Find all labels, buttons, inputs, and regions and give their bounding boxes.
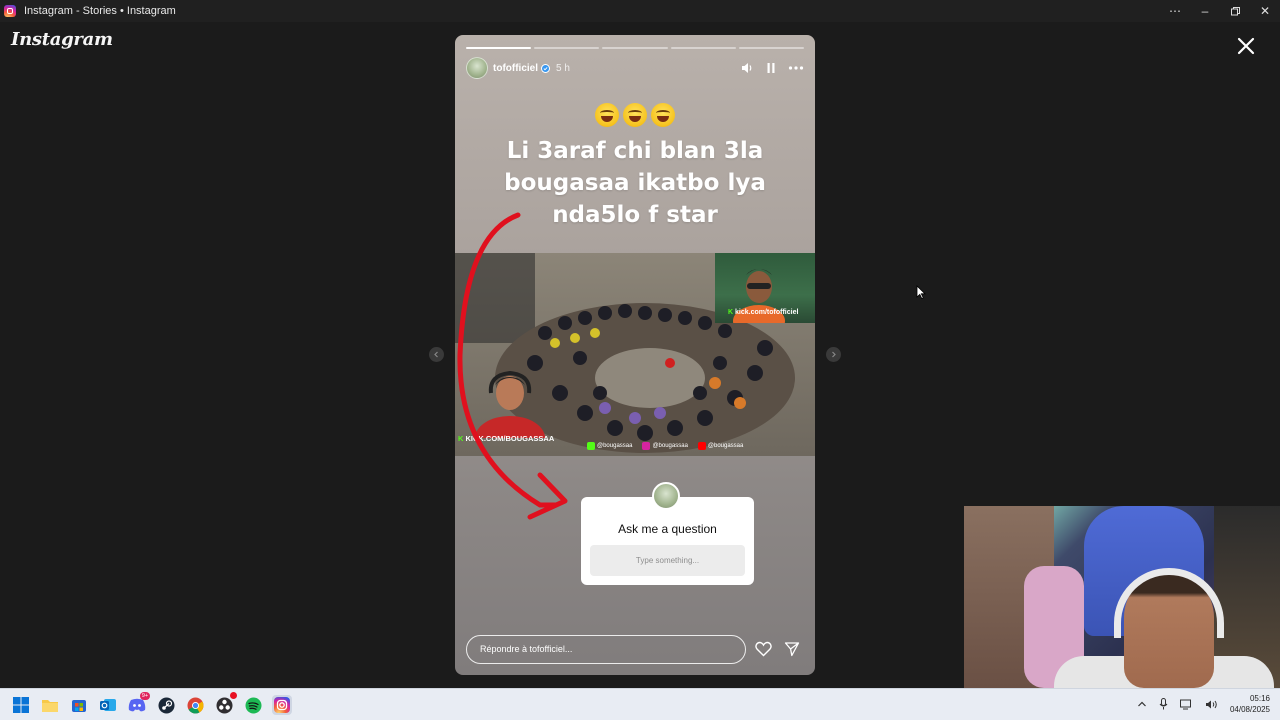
kick-channel-text: kick.com/tofofficiel — [735, 309, 799, 316]
social-handle-text: @bougassaa — [597, 443, 633, 449]
spotify-icon[interactable] — [243, 695, 263, 715]
instagram-window: Instagram - Stories • Instagram ⋯ – ✕ In… — [0, 0, 1280, 688]
mouse-cursor-icon — [916, 285, 926, 299]
progress-segment — [738, 47, 805, 49]
clock-date: 04/08/2025 — [1229, 705, 1270, 714]
question-sticker-title: Ask me a question — [618, 522, 717, 536]
chevron-up-icon[interactable] — [1137, 700, 1147, 708]
story-controls — [741, 57, 804, 79]
window-controls: ⋯ – ✕ — [1160, 0, 1280, 22]
caption-line: bougasaa ikatbo lya — [504, 170, 766, 196]
send-icon[interactable] — [784, 641, 800, 657]
laughing-emoji-icon — [595, 103, 619, 127]
pause-icon[interactable] — [766, 62, 776, 74]
heart-icon[interactable] — [755, 641, 772, 657]
story-viewer[interactable]: tofofficiel 5 h Li 3araf chi blan 3la bo… — [455, 35, 815, 675]
laughing-emoji-icon — [651, 103, 675, 127]
story-header: tofofficiel 5 h — [466, 57, 804, 79]
close-story-icon[interactable] — [1236, 36, 1256, 56]
previous-story-button[interactable] — [429, 347, 444, 362]
volume-tray-icon[interactable] — [1205, 699, 1218, 710]
windows-start-icon[interactable] — [11, 695, 31, 715]
restore-button[interactable] — [1220, 0, 1250, 22]
chrome-icon[interactable] — [185, 695, 205, 715]
instagram-app-icon — [4, 5, 16, 17]
taskbar-clock[interactable]: 05:16 04/08/2025 — [1230, 693, 1270, 715]
instagram-handle: @bougassaa — [642, 442, 688, 450]
microsoft-store-icon[interactable] — [69, 695, 89, 715]
outlook-icon[interactable] — [98, 695, 118, 715]
verified-badge-icon — [541, 63, 550, 73]
streamer-facecam — [964, 506, 1280, 688]
laughing-emoji-icon — [623, 103, 647, 127]
more-options-icon[interactable]: ⋯ — [1160, 0, 1190, 22]
clock-time: 05:16 — [1249, 694, 1270, 703]
reply-input[interactable]: Répondre à tofofficiel... — [466, 635, 746, 664]
question-input[interactable]: Type something... — [590, 545, 745, 576]
discord-notification-badge: 9+ — [140, 692, 150, 700]
more-options-icon[interactable] — [788, 62, 804, 74]
steam-icon[interactable] — [156, 695, 176, 715]
close-window-button[interactable]: ✕ — [1250, 0, 1280, 22]
social-handle-text: @bougassaa — [707, 443, 744, 449]
question-sticker-avatar — [652, 482, 680, 510]
taskbar-apps: 9+ — [11, 692, 292, 715]
story-timestamp: 5 h — [556, 62, 570, 74]
window-title: Instagram - Stories • Instagram — [24, 5, 176, 17]
progress-segment — [602, 47, 668, 49]
system-tray: 05:16 04/08/2025 — [1137, 693, 1270, 715]
story-progress-bar — [466, 47, 805, 49]
progress-segment — [466, 47, 532, 49]
social-handle-text: @bougassaa — [652, 443, 688, 449]
network-icon[interactable] — [1179, 699, 1193, 710]
question-sticker[interactable]: Ask me a question Type something... — [581, 497, 754, 585]
progress-segment — [534, 47, 600, 49]
reply-actions — [755, 641, 800, 657]
avatar[interactable] — [466, 57, 488, 79]
youtube-handle: @bougassaa — [697, 442, 744, 450]
caption-line: Li 3araf chi blan 3la — [506, 138, 764, 164]
red-arrow-drawing — [457, 212, 568, 520]
minimize-button[interactable]: – — [1190, 0, 1220, 22]
volume-icon[interactable] — [741, 62, 754, 74]
windows-taskbar: 9+ 05:16 04/08/2025 — [0, 688, 1280, 720]
microphone-icon[interactable] — [1159, 698, 1168, 710]
social-handles: @bougassaa @bougassaa @bougassaa — [587, 442, 743, 450]
instagram-taskbar-icon[interactable] — [272, 695, 292, 715]
instagram-logo[interactable]: Instagram — [11, 29, 113, 50]
laughing-emoji-row — [455, 103, 815, 133]
next-story-button[interactable] — [826, 347, 841, 362]
kick-channel-label: K kick.com/tofofficiel — [728, 309, 799, 316]
file-explorer-icon[interactable] — [40, 695, 60, 715]
story-username[interactable]: tofofficiel — [493, 63, 538, 74]
title-bar: Instagram - Stories • Instagram ⋯ – ✕ — [0, 0, 1280, 22]
progress-segment — [670, 47, 736, 49]
obs-recording-badge — [230, 692, 237, 699]
discord-icon[interactable]: 9+ — [127, 692, 150, 715]
obs-icon[interactable] — [214, 692, 237, 715]
